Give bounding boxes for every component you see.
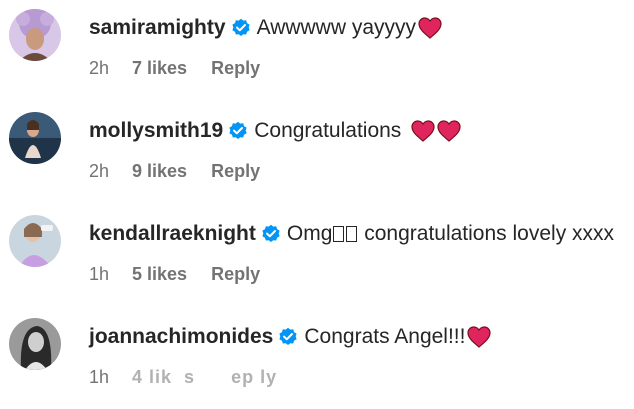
comment-text: Congratulations bbox=[254, 119, 402, 142]
comment-item-samiramighty: samiramighty Awwwww yayyyy 2h 7 likes Re… bbox=[0, 0, 634, 100]
comment-text: Awwwww yayyyy bbox=[256, 16, 417, 39]
red-heart-emoji-icon bbox=[411, 120, 435, 142]
likes-count[interactable]: 9 likes bbox=[132, 161, 187, 181]
reply-button[interactable]: Reply bbox=[211, 264, 260, 284]
comment-meta: 2h 9 likes Reply bbox=[89, 159, 260, 183]
reply-button[interactable]: ep ly bbox=[219, 367, 277, 387]
comment-text-start: Omg bbox=[286, 222, 333, 245]
comment-item-mollysmith19: mollysmith19 Congratulations 2h 9 likes bbox=[0, 103, 634, 203]
comment-text: Congrats Angel!!! bbox=[304, 325, 466, 348]
hearts-group bbox=[409, 120, 461, 142]
comment-meta: 1h 5 likes Reply bbox=[89, 262, 260, 286]
comment-header: samiramighty Awwwww yayyyy bbox=[89, 14, 442, 42]
avatar[interactable] bbox=[9, 318, 61, 370]
comment-text-end: congratulations lovely xxxx bbox=[358, 222, 615, 245]
verified-badge-icon bbox=[261, 224, 281, 244]
missing-glyph-icon bbox=[333, 226, 345, 242]
red-heart-emoji-icon bbox=[437, 120, 461, 142]
verified-badge-icon bbox=[231, 18, 251, 38]
red-heart-emoji-icon bbox=[418, 17, 442, 39]
comment-time: 2h bbox=[89, 161, 110, 181]
likes-count[interactable]: 7 likes bbox=[132, 58, 187, 78]
avatar[interactable] bbox=[9, 112, 61, 164]
username[interactable]: samiramighty bbox=[89, 14, 226, 42]
avatar[interactable] bbox=[9, 215, 61, 267]
missing-glyph-icon bbox=[346, 226, 358, 242]
comment-meta: 1h 4 lik s ep ly bbox=[89, 365, 277, 389]
comment-item-joannachimonides: joannachimonides Congrats Angel!!! 1h 4 … bbox=[0, 309, 634, 409]
comment-header: kendallraeknight Omg congratulations lov… bbox=[89, 220, 614, 248]
verified-badge-icon bbox=[228, 121, 248, 141]
username[interactable]: mollysmith19 bbox=[89, 117, 223, 145]
avatar[interactable] bbox=[9, 9, 61, 61]
comment-meta: 2h 7 likes Reply bbox=[89, 56, 260, 80]
likes-count[interactable]: 4 lik s bbox=[132, 367, 195, 387]
comment-time: 2h bbox=[89, 58, 110, 78]
username[interactable]: joannachimonides bbox=[89, 323, 273, 351]
comment-header: joannachimonides Congrats Angel!!! bbox=[89, 323, 492, 351]
comment-time: 1h bbox=[89, 264, 110, 284]
red-heart-emoji-icon bbox=[467, 326, 492, 348]
reply-button[interactable]: Reply bbox=[211, 58, 260, 78]
likes-count[interactable]: 5 likes bbox=[132, 264, 187, 284]
comment-header: mollysmith19 Congratulations bbox=[89, 117, 461, 145]
comment-item-kendallraeknight: kendallraeknight Omg congratulations lov… bbox=[0, 206, 634, 306]
comment-time: 1h bbox=[89, 367, 110, 387]
verified-badge-icon bbox=[278, 327, 298, 347]
reply-button[interactable]: Reply bbox=[211, 161, 260, 181]
username[interactable]: kendallraeknight bbox=[89, 220, 256, 248]
